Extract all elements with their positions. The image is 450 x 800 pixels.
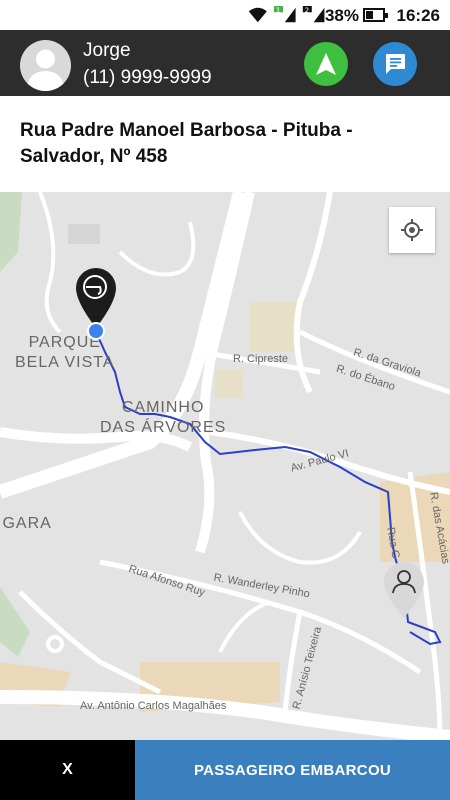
passenger-boarded-button[interactable]: PASSAGEIRO EMBARCOU	[135, 740, 450, 800]
driver-phone[interactable]: (11) 9999-9999	[83, 67, 212, 89]
address-text: Rua Padre Manoel Barbosa - Pituba - Salv…	[20, 120, 353, 167]
area-label: CAMINHO DAS ÁRVORES	[100, 399, 227, 436]
wifi-icon	[248, 7, 267, 23]
clock: 16:26	[396, 6, 440, 25]
chat-message-icon	[386, 54, 405, 74]
signal-icon: 1	[274, 6, 296, 23]
battery-icon	[363, 8, 388, 22]
driver-header: Jorge (11) 9999-9999	[0, 30, 450, 96]
cancel-button[interactable]: X	[0, 740, 135, 800]
person-icon	[26, 49, 65, 91]
driver-name: Jorge	[83, 40, 131, 61]
my-location-icon	[401, 219, 423, 241]
svg-text:2: 2	[305, 6, 310, 14]
navigate-button[interactable]	[304, 42, 348, 86]
chat-button[interactable]	[373, 42, 417, 86]
navigation-arrow-icon	[316, 53, 336, 75]
signal-icon: 2	[302, 6, 325, 23]
pickup-address: Rua Padre Manoel Barbosa - Pituba - Salv…	[0, 96, 450, 192]
svg-text:1: 1	[276, 6, 281, 14]
street-label: Av. Antônio Carlos Magalhães	[80, 700, 227, 712]
map-view[interactable]: PARQUE BELA VISTA CAMINHO DAS ÁRVORES IGAR…	[0, 192, 450, 740]
battery-percent: 38%	[324, 6, 359, 25]
area-label: IGARA	[0, 515, 52, 532]
passenger-pin-icon[interactable]	[381, 560, 427, 620]
avatar[interactable]	[20, 40, 71, 91]
map-base	[0, 192, 450, 740]
street-label: R. Cipreste	[233, 353, 289, 365]
status-bar: 1 2 38% 16:26	[0, 0, 450, 30]
origin-dot	[87, 322, 105, 340]
my-location-button[interactable]	[389, 207, 435, 253]
